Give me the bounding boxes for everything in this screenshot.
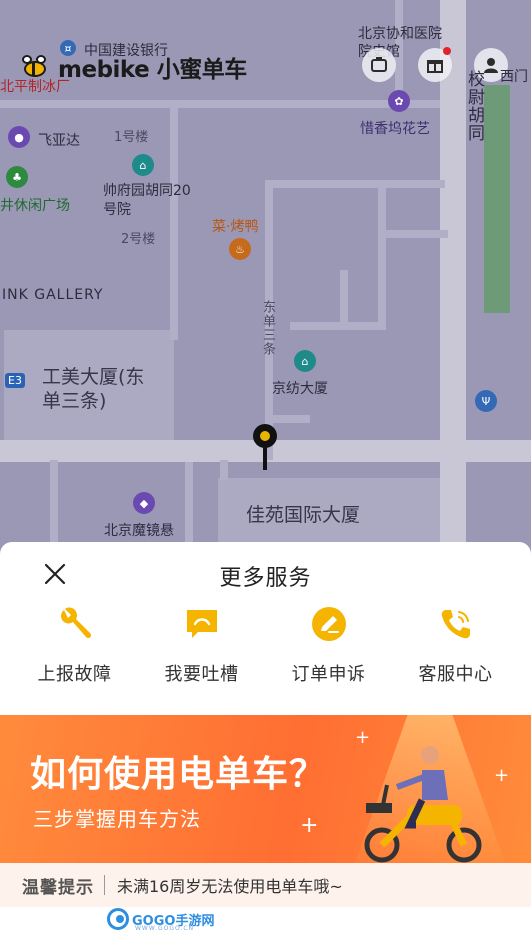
map-label-jingfang: 京纺大厦: [272, 381, 328, 397]
poi-icon: ◆: [133, 492, 155, 514]
service-label: 我要吐槽: [164, 664, 239, 685]
map-label-hutong20: 帅府园胡同20号院: [103, 183, 191, 218]
service-complaint[interactable]: 我要吐槽: [138, 602, 265, 686]
wrench-icon: [53, 602, 97, 646]
map-label-xiaowei: 校尉胡同: [464, 70, 484, 142]
scan-button[interactable]: [362, 48, 396, 82]
more-services-sheet: 更多服务 上报故障 我要吐槽 订单申诉 客服中心 如何使用电单车？ 三步掌握用车…: [0, 542, 531, 942]
poi-icon: ♨: [229, 238, 251, 260]
service-order-appeal[interactable]: 订单申诉: [265, 602, 392, 686]
phone-icon: [434, 602, 478, 646]
map-park-strip: [484, 85, 510, 313]
gogo-logo-icon: [107, 908, 129, 930]
scan-icon: [371, 57, 387, 72]
map-road: [340, 270, 348, 330]
banner-title: 如何使用电单车？: [30, 754, 327, 795]
poi-icon: ✿: [388, 90, 410, 112]
map-label-flower-shop: 惜香坞花艺: [360, 121, 430, 137]
tip-label: 温馨提示: [22, 877, 94, 898]
map-label-e3: E3: [5, 373, 25, 388]
map-label-jiayuan: 佳苑国际大厦: [246, 504, 361, 526]
sheet-title: 更多服务: [219, 566, 312, 591]
service-report-fault[interactable]: 上报故障: [11, 602, 138, 686]
notification-dot: [443, 47, 451, 55]
rider-illustration: [364, 746, 482, 863]
map-road: [170, 100, 178, 340]
map-road: [378, 180, 386, 330]
comment-icon: [180, 602, 224, 646]
service-label: 上报故障: [37, 664, 112, 685]
sparkle-icon: +: [300, 813, 319, 838]
poi-icon: ⌂: [132, 154, 154, 176]
poi-icon: ♣: [6, 166, 28, 188]
service-label: 客服中心: [418, 664, 493, 685]
bee-logo-icon: [20, 55, 50, 79]
brand-logo: mebike 小蜜单车: [20, 50, 247, 84]
map-road: [220, 460, 228, 480]
watermark-logo: GOGO手游网 WWW.GOGO.CN: [107, 908, 214, 932]
map-label-ximen: 西门: [500, 69, 528, 85]
map-label-restaurant: 菜·烤鸭: [212, 219, 259, 235]
map-label-building1: 1号楼: [114, 130, 149, 145]
map-label-leisure-square: 井休闲广场: [0, 198, 70, 214]
map-road: [378, 230, 448, 238]
map-label-dongdan: 东单三条: [260, 300, 275, 356]
map-label-gongmei: 工美大厦(东单三条): [42, 366, 145, 412]
map-label-gallery: INK GALLERY: [2, 287, 104, 303]
service-customer-center[interactable]: 客服中心: [392, 602, 519, 686]
map-label-feiyada: 飞亚达: [38, 133, 80, 149]
brand-name: mebike 小蜜单车: [58, 57, 247, 83]
edit-icon: [307, 602, 351, 646]
tip-bar: 温馨提示 未满16周岁无法使用电单车哦~: [0, 863, 531, 907]
watermark-domain: WWW.GOGO.CN: [135, 925, 195, 932]
map-label-mojing: 北京魔镜悬: [104, 523, 174, 539]
map-view[interactable]: ¤ 中国建设银行 北京协和医院院史馆 北平制冰厂 mebike 小蜜单车: [0, 0, 531, 560]
service-label: 订单申诉: [291, 664, 366, 685]
banner-subtitle: 三步掌握用车方法: [33, 807, 201, 831]
poi-icon: ●: [8, 126, 30, 148]
gift-icon: [427, 60, 443, 73]
poi-icon: ⌂: [294, 350, 316, 372]
map-road: [0, 100, 440, 108]
how-to-ride-banner[interactable]: 如何使用电单车？ 三步掌握用车方法 + + +: [0, 715, 531, 863]
map-road: [290, 322, 380, 330]
location-pin-icon[interactable]: [253, 424, 277, 472]
tip-text: 未满16周岁无法使用电单车哦~: [117, 877, 343, 896]
map-road: [265, 180, 445, 188]
services-grid: 上报故障 我要吐槽 订单申诉 客服中心: [0, 602, 531, 686]
poi-icon: Ψ: [475, 390, 497, 412]
tip-divider: [104, 875, 105, 895]
map-road: [270, 415, 310, 423]
map-label-building2: 2号楼: [121, 232, 156, 247]
